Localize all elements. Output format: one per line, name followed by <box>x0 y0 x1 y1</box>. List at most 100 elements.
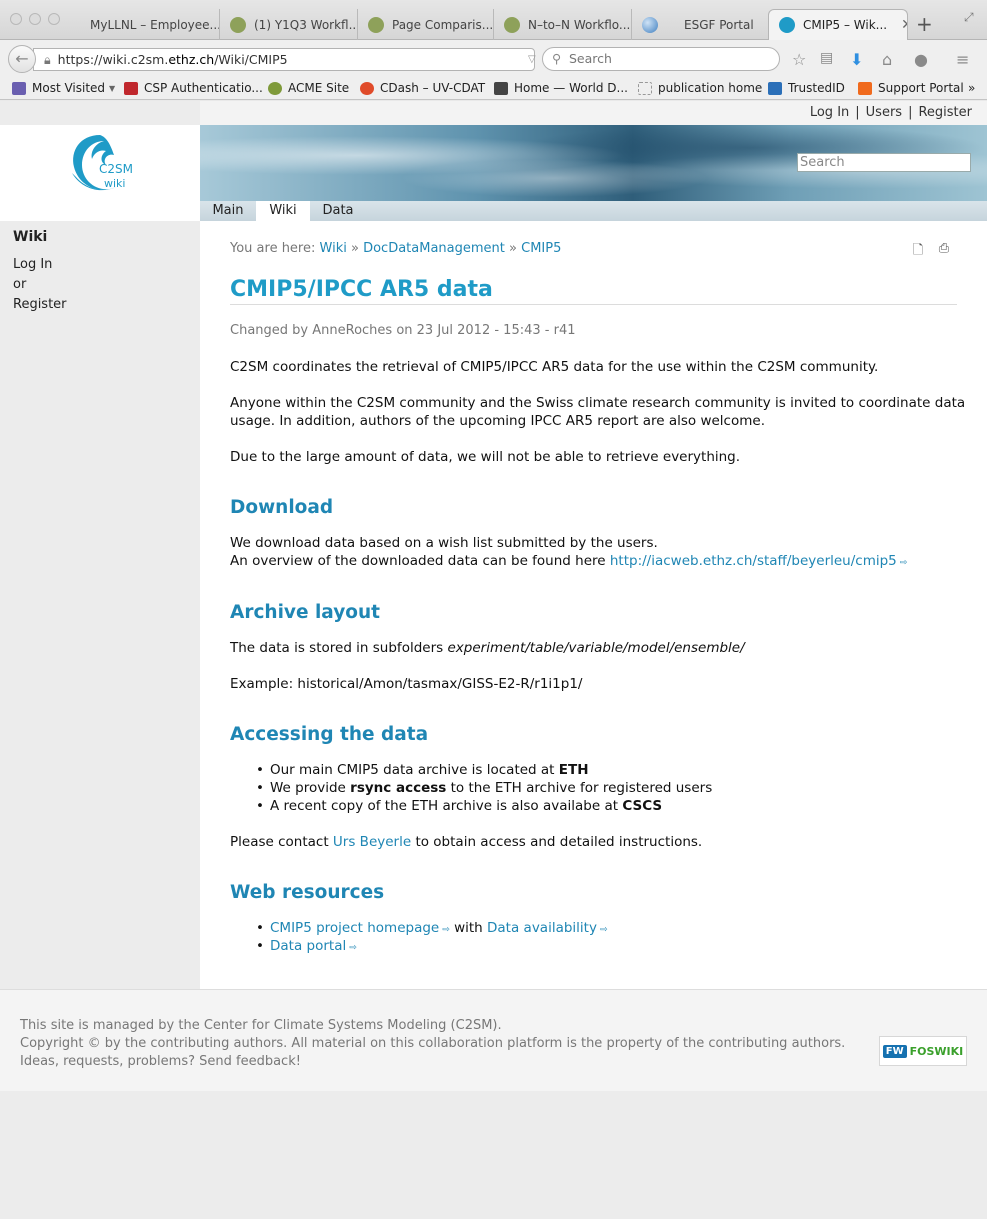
breadcrumb-separator: » <box>350 241 359 256</box>
revision-info: Changed by AnneRoches on 23 Jul 2012 - 1… <box>230 323 576 338</box>
sidebar-register-link[interactable]: Register <box>13 297 67 312</box>
page-title: CMIP5/IPCC AR5 data <box>230 277 957 305</box>
c2sm-icon <box>779 17 795 33</box>
bookmark-trustedid[interactable]: TrustedID <box>768 81 845 95</box>
breadcrumb: You are here: Wiki » DocDataManagement »… <box>230 241 561 256</box>
tab-wiki[interactable]: Wiki <box>256 201 310 221</box>
bookmark-star-icon[interactable]: ☆ <box>792 50 806 69</box>
breadcrumb-prefix: You are here: <box>230 241 316 256</box>
archive-example: Example: historical/Amon/tasmax/GISS-E2-… <box>230 676 583 692</box>
tab-label: (1) Y1Q3 Workfl... <box>254 17 358 32</box>
new-tab-icon[interactable]: + <box>916 12 933 36</box>
breadcrumb-docdatamanagement[interactable]: DocDataManagement <box>363 241 505 256</box>
web-resources-heading: Web resources <box>230 882 385 903</box>
bullet-1-bold: ETH <box>558 762 589 778</box>
bullet-3-text: A recent copy of the ETH archive is also… <box>270 798 619 814</box>
data-availability-link[interactable]: Data availability <box>487 920 597 936</box>
with-text: with <box>454 920 483 936</box>
blogger-icon <box>858 81 872 95</box>
tab-n-to-n-workflow[interactable]: N–to–N Workflo... <box>494 9 632 40</box>
foswiki-fw-mark: FW <box>882 1044 907 1058</box>
breadcrumb-separator: » <box>509 241 517 256</box>
list-item: A recent copy of the ETH archive is also… <box>256 798 662 814</box>
bullet-1-text: Our main CMIP5 data archive is located a… <box>270 762 555 778</box>
bookmark-csp[interactable]: CSP Authenticatio... <box>124 81 263 95</box>
download-icon[interactable]: ⬇ <box>850 50 863 69</box>
csp-icon <box>124 81 138 95</box>
url-path: /Wiki/CMIP5 <box>214 52 288 67</box>
logo-area[interactable]: C2SM wiki <box>0 125 200 201</box>
bookmark-cdash[interactable]: CDash – UV-CDAT <box>360 81 485 95</box>
close-window-button[interactable] <box>10 13 22 25</box>
chat-icon[interactable]: ● <box>914 50 928 69</box>
acme-icon <box>368 16 384 33</box>
tab-label: N–to–N Workflo... <box>528 17 631 32</box>
cmip5-overview-link[interactable]: http://iacweb.ethz.ch/staff/beyerleu/cmi… <box>610 553 897 569</box>
download-line-1: We download data based on a wish list su… <box>230 535 658 551</box>
cmip5-homepage-link[interactable]: CMIP5 project homepage <box>270 920 439 936</box>
bookmark-world-data[interactable]: Home — World D... <box>494 81 628 95</box>
footer-feedback[interactable]: Ideas, requests, problems? Send feedback… <box>20 1054 301 1069</box>
url-bar[interactable]: 🔒︎ https://wiki.c2sm.ethz.ch/Wiki/CMIP5 ▽… <box>33 48 557 71</box>
urs-beyerle-link[interactable]: Urs Beyerle <box>333 834 411 850</box>
tab-main[interactable]: Main <box>200 201 256 221</box>
revision-number: r41 <box>553 323 576 338</box>
tab-y1q3[interactable]: (1) Y1Q3 Workfl... <box>220 9 358 40</box>
sidebar-login-link[interactable]: Log In <box>13 257 52 272</box>
url-prefix: https://wiki.c2sm. <box>57 52 169 67</box>
print-icon[interactable]: ⎙ <box>936 241 952 257</box>
login-link[interactable]: Log In <box>810 105 849 120</box>
intro-paragraph-1: C2SM coordinates the retrieval of CMIP5/… <box>230 359 879 375</box>
back-arrow-icon: ← <box>15 49 29 68</box>
zoom-window-button[interactable] <box>48 13 60 25</box>
tab-esgf-portal[interactable]: ESGF Portal <box>632 9 768 40</box>
contact-suffix: to obtain access and detailed instructio… <box>415 834 703 850</box>
bookmark-label: CDash – UV-CDAT <box>380 81 486 95</box>
close-tab-icon[interactable]: ✕ <box>901 17 907 33</box>
bullet-2-bold: rsync access <box>350 780 447 796</box>
data-portal-link[interactable]: Data portal <box>270 938 346 954</box>
sidebar-heading: Wiki <box>13 229 48 245</box>
author-name: AnneRoches <box>312 323 393 338</box>
tab-cmip5-wiki[interactable]: CMIP5 – Wik... ✕ <box>768 9 908 40</box>
url-dropdown-icon[interactable]: ▽ <box>528 49 536 70</box>
bookmark-most-visited[interactable]: Most Visited ▼ <box>12 81 115 95</box>
register-link[interactable]: Register <box>918 105 972 120</box>
site-search-input[interactable]: Search <box>797 153 971 172</box>
lock-icon: 🔒︎ <box>44 52 51 67</box>
intro-paragraph-2b: usage. In addition, authors of the upcom… <box>230 413 765 429</box>
page-footer: This site is managed by the Center for C… <box>0 989 987 1091</box>
fullscreen-icon[interactable]: ⤢ <box>964 10 974 25</box>
bookmark-support-portal[interactable]: Support Portal <box>858 81 964 95</box>
back-button[interactable]: ← <box>8 45 36 73</box>
search-icon: ⚲ <box>552 51 562 66</box>
separator: | <box>855 105 860 120</box>
menu-icon[interactable]: ≡ <box>956 50 969 69</box>
tab-myllnl[interactable]: MyLLNL – Employee... <box>80 9 220 40</box>
list-item: Our main CMIP5 data archive is located a… <box>256 762 589 778</box>
bookmark-acme[interactable]: ACME Site <box>268 81 349 95</box>
users-link[interactable]: Users <box>866 105 902 120</box>
breadcrumb-wiki[interactable]: Wiki <box>320 241 347 256</box>
external-link-icon: ⇨ <box>899 558 908 568</box>
bookmark-label: CSP Authenticatio... <box>144 81 263 95</box>
changed-date: on 23 Jul 2012 - 15:43 - <box>396 323 550 338</box>
tab-page-comparison[interactable]: Page Comparis... <box>358 9 494 40</box>
bookmark-publication-home[interactable]: publication home <box>638 81 762 95</box>
bookmark-label: TrustedID <box>788 81 845 95</box>
minimize-window-button[interactable] <box>29 13 41 25</box>
reading-list-icon[interactable]: ▤ <box>820 50 833 66</box>
bookmark-label: ACME Site <box>288 81 350 95</box>
download-line-2: An overview of the downloaded data can b… <box>230 553 907 569</box>
tab-label: CMIP5 – Wik... <box>803 18 888 32</box>
tab-data[interactable]: Data <box>310 201 366 221</box>
foswiki-badge[interactable]: FW FOSWIKI <box>879 1036 967 1066</box>
web-page: Log In | Users | Register C2SM wiki Search M… <box>0 101 987 1219</box>
cdash-icon <box>360 81 374 95</box>
browser-search-field[interactable]: ⚲ Search <box>542 47 780 71</box>
new-page-icon[interactable]: 🗋 <box>910 241 926 258</box>
more-bookmarks-icon[interactable]: » <box>968 81 975 95</box>
breadcrumb-cmip5[interactable]: CMIP5 <box>521 241 561 256</box>
home-icon[interactable]: ⌂ <box>882 50 892 69</box>
bullet-2-text: We provide <box>270 780 346 796</box>
